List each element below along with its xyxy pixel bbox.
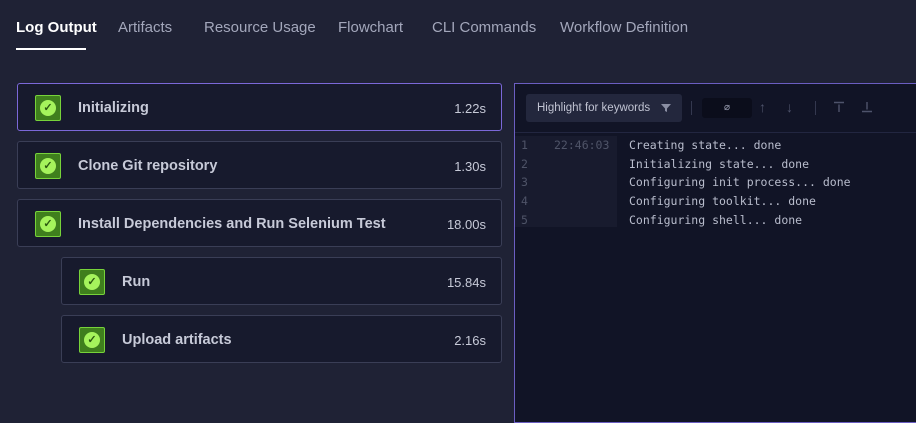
check-circle-icon: ✓ [79,327,105,353]
line-timestamp: 22:46:03 [554,138,610,152]
check-circle-icon: ✓ [35,95,61,121]
line-number: 5 [521,212,528,227]
arrow-up-icon[interactable]: ↑ [759,100,766,114]
search-input[interactable]: ⌀ [702,98,752,118]
arrow-down-icon[interactable]: ↓ [786,100,793,114]
step-duration: 1.30s [454,159,486,174]
tab-log-output[interactable]: Log Output [16,19,97,36]
line-text: Creating state... done [629,138,782,152]
tab-workflow-definition[interactable]: Workflow Definition [560,19,688,36]
line-number: 3 [521,175,528,190]
log-line: 3 Configuring init process... done [515,173,916,192]
line-number: 2 [521,156,528,171]
check-circle-icon: ✓ [35,211,61,237]
highlight-placeholder: Highlight for keywords [537,102,651,114]
step-duration: 18.00s [446,217,486,232]
line-text: Configuring shell... done [629,212,803,227]
scroll-bottom-icon[interactable] [861,101,873,113]
line-text: Initializing state... done [629,156,810,171]
step-name: Upload artifacts [122,332,232,348]
filter-icon[interactable] [660,102,672,114]
step-clone-git-repository[interactable]: ✓ Clone Git repository 1.30s [17,141,502,189]
log-lines: 1 22:46:03 Creating state... done 2 Init… [515,136,916,229]
log-panel: Highlight for keywords ⌀ ↑ ↓ 1 22:46:03 … [514,83,916,423]
step-name: Run [122,274,151,290]
tab-cli-commands[interactable]: CLI Commands [432,19,536,36]
line-number: 1 [521,138,528,152]
log-line: 5 Configuring shell... done [515,211,916,230]
step-initializing[interactable]: ✓ Initializing 1.22s [17,83,502,131]
step-duration: 1.22s [454,101,486,116]
substep-upload-artifacts[interactable]: ✓ Upload artifacts 2.16s [61,315,502,363]
line-text: Configuring toolkit... done [629,194,816,209]
active-tab-indicator [16,48,86,50]
toolbar-divider [815,101,816,115]
step-name: Install Dependencies and Run Selenium Te… [78,216,386,232]
tab-bar: Log Output Artifacts Resource Usage Flow… [0,0,916,56]
log-line: 2 Initializing state... done [515,155,916,174]
tab-flowchart[interactable]: Flowchart [338,19,403,36]
scroll-top-icon[interactable] [833,101,845,113]
log-line: 4 Configuring toolkit... done [515,192,916,211]
log-toolbar: Highlight for keywords ⌀ ↑ ↓ [515,84,916,133]
step-install-dependencies[interactable]: ✓ Install Dependencies and Run Selenium … [17,199,502,247]
step-duration: 15.84s [446,275,486,290]
line-text: Configuring init process... done [629,175,851,190]
tab-artifacts[interactable]: Artifacts [118,19,172,36]
highlight-keywords-input[interactable]: Highlight for keywords [526,94,682,122]
check-circle-icon: ✓ [35,153,61,179]
step-name: Initializing [78,100,149,116]
substep-run[interactable]: ✓ Run 15.84s [61,257,502,305]
toolbar-divider [691,101,692,115]
log-line: 1 22:46:03 Creating state... done [515,136,916,155]
tab-resource-usage[interactable]: Resource Usage [204,19,316,36]
check-circle-icon: ✓ [79,269,105,295]
line-number: 4 [521,194,528,209]
step-name: Clone Git repository [78,158,218,174]
step-duration: 2.16s [454,333,486,348]
